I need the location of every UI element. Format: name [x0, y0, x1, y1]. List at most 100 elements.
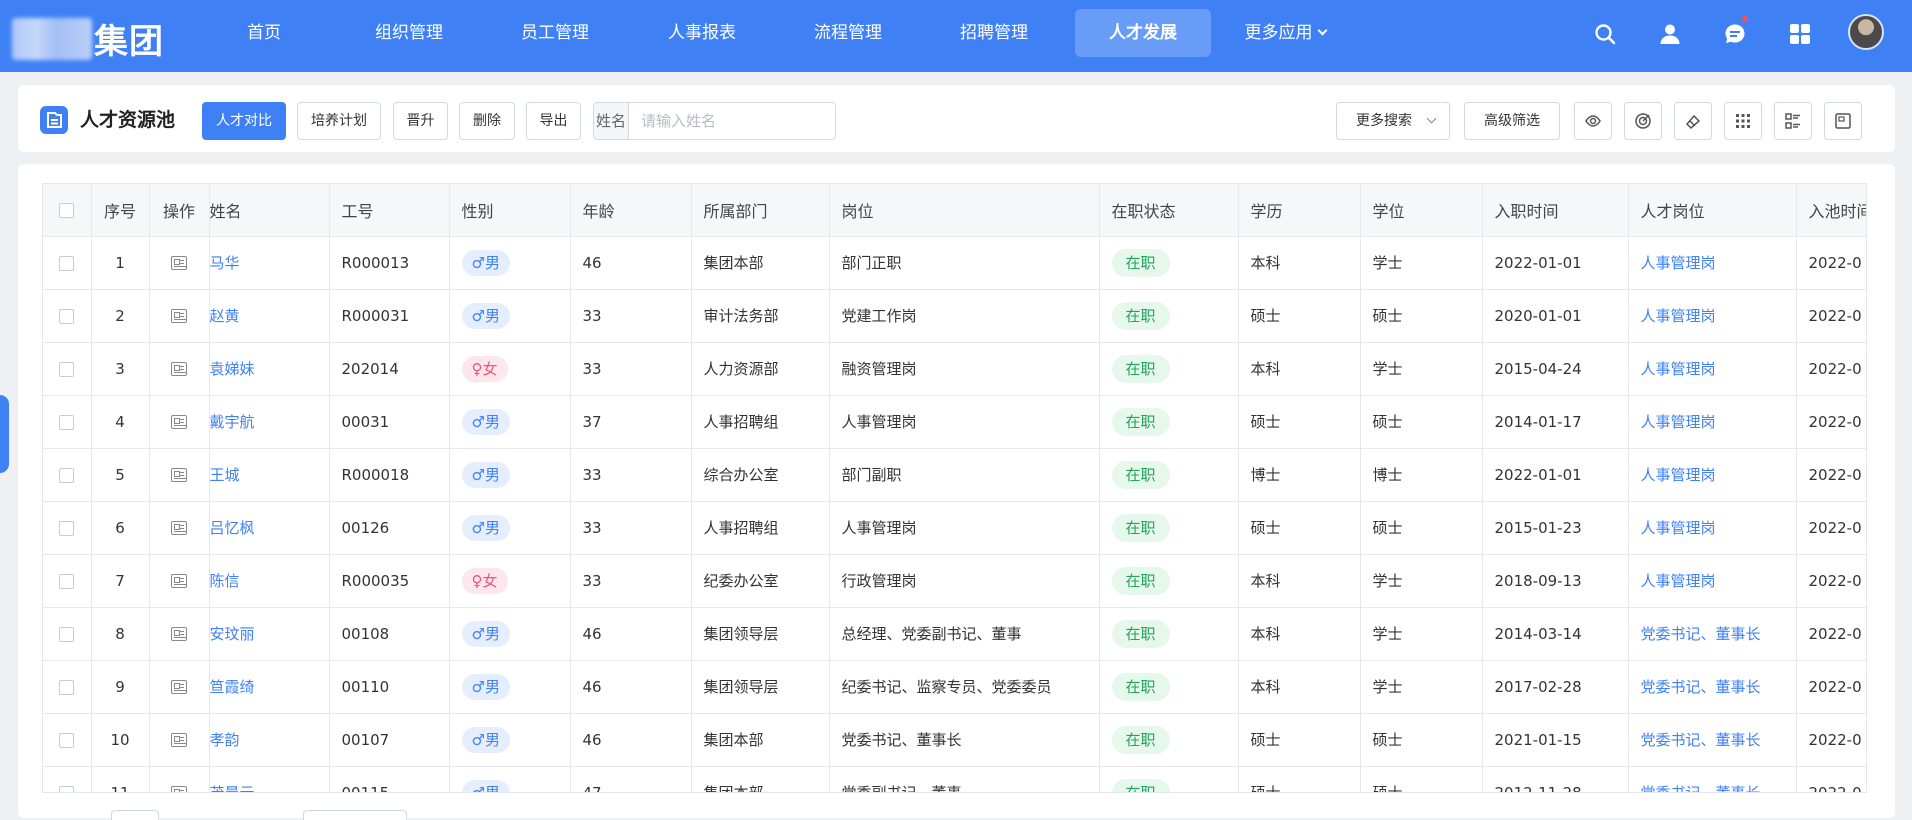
export-button[interactable]: 导出	[526, 102, 581, 140]
profile-card-icon[interactable]	[171, 362, 187, 376]
talent-post-link[interactable]: 党委书记、董事长	[1641, 678, 1761, 696]
gender-tag: ♂男	[461, 726, 510, 753]
nav-item-7[interactable]: 更多应用	[1225, 9, 1345, 57]
table-row[interactable]: 9 笪霞绮 00110 ♂男 46 集团领导层 纪委书记、监察专员、党委委员 在职 本科 学士 20…	[43, 660, 1866, 714]
row-checkbox[interactable]	[59, 785, 75, 792]
nav-item-1[interactable]: 组织管理	[352, 9, 466, 57]
table-row[interactable]: 7 陈信 R000035 ♀女 33 纪委办公室 行政管理岗 在职 本科 学士 2018-09-13…	[43, 554, 1866, 608]
employee-name-link[interactable]: 陈信	[210, 572, 240, 590]
row-checkbox[interactable]	[59, 520, 75, 536]
row-checkbox[interactable]	[59, 255, 75, 271]
message-icon[interactable]	[1723, 22, 1747, 46]
gender-tag: ♂男	[461, 302, 510, 329]
select-all-checkbox[interactable]	[59, 203, 75, 219]
nav-item-4[interactable]: 流程管理	[791, 9, 905, 57]
row-checkbox[interactable]	[59, 361, 75, 377]
user-icon[interactable]	[1658, 22, 1682, 46]
nav-item-5[interactable]: 招聘管理	[937, 9, 1051, 57]
profile-card-icon[interactable]	[171, 627, 187, 641]
fullscreen-icon	[1835, 113, 1851, 129]
name-search: 姓名	[593, 102, 836, 140]
talent-post-link[interactable]: 人事管理岗	[1641, 466, 1716, 484]
training-plan-button[interactable]: 培养计划	[297, 102, 381, 140]
pool-date: 2022-0	[1808, 253, 1862, 272]
degree: 学士	[1372, 678, 1403, 696]
employee-name-link[interactable]: 赵黄	[210, 307, 240, 325]
brand-logo[interactable]: 集团	[12, 14, 164, 63]
employee-name-link[interactable]: 笪霞绮	[210, 678, 255, 696]
delete-button[interactable]: 删除	[459, 102, 515, 140]
talent-post-link[interactable]: 党委书记、董事长	[1641, 784, 1761, 792]
row-checkbox[interactable]	[59, 414, 75, 430]
profile-card-icon[interactable]	[171, 733, 187, 747]
search-input[interactable]	[629, 103, 835, 139]
employee-name-link[interactable]: 戴宇航	[210, 413, 255, 431]
degree: 硕士	[1372, 307, 1403, 325]
profile-card-icon[interactable]	[171, 309, 187, 323]
compare-button[interactable]: 人才对比	[202, 102, 286, 140]
search-icon[interactable]	[1593, 22, 1617, 46]
profile-card-icon[interactable]	[171, 256, 187, 270]
row-checkbox[interactable]	[59, 308, 75, 324]
profile-card-icon[interactable]	[171, 521, 187, 535]
row-checkbox[interactable]	[59, 467, 75, 483]
table-row[interactable]: 11 茂曼云 00115 ♂男 47 集团本部 党委副书记、董事 在职 硕士 硕士 2012-11-…	[43, 766, 1866, 793]
nav-item-0[interactable]: 首页	[207, 9, 321, 57]
employee-name-link[interactable]: 安玟丽	[210, 625, 255, 643]
table-row[interactable]: 2 赵黄 R000031 ♂男 33 审计法务部 党建工作岗 在职 硕士 硕士 2020-01-01…	[43, 289, 1866, 343]
talent-post-link[interactable]: 党委书记、董事长	[1641, 625, 1761, 643]
table-row[interactable]: 3 袁娣妹 202014 ♀女 33 人力资源部 融资管理岗 在职 本科 学士 2015-04-24…	[43, 342, 1866, 396]
profile-card-icon[interactable]	[171, 574, 187, 588]
row-checkbox[interactable]	[59, 626, 75, 642]
employee-name-link[interactable]: 茂曼云	[210, 784, 255, 792]
nav-item-2[interactable]: 员工管理	[498, 9, 612, 57]
degree: 硕士	[1372, 519, 1403, 537]
employee-name-link[interactable]: 孝韵	[210, 731, 240, 749]
profile-card-icon[interactable]	[171, 468, 187, 482]
advanced-filter-button[interactable]: 高级筛选	[1464, 102, 1560, 140]
talent-post-link[interactable]: 人事管理岗	[1641, 307, 1716, 325]
pagination-jump[interactable]	[303, 810, 407, 820]
clear-filter-button[interactable]	[1674, 102, 1712, 140]
more-search-button[interactable]: 更多搜索	[1336, 102, 1450, 140]
grid-view-button[interactable]	[1724, 102, 1762, 140]
row-number: 6	[115, 518, 125, 537]
employee-name-link[interactable]: 袁娣妹	[210, 360, 255, 378]
list-view-button[interactable]	[1774, 102, 1812, 140]
profile-card-icon[interactable]	[171, 680, 187, 694]
pagination-size-select[interactable]	[111, 810, 159, 820]
table-row[interactable]: 8 安玟丽 00108 ♂男 46 集团领导层 总经理、党委副书记、董事 在职 本科 学士 2014…	[43, 607, 1866, 661]
nav-item-6[interactable]: 人才发展	[1075, 9, 1211, 57]
hide-columns-button[interactable]	[1574, 102, 1612, 140]
talent-post-link[interactable]: 人事管理岗	[1641, 519, 1716, 537]
side-expand-handle[interactable]	[0, 395, 9, 473]
employee-name-link[interactable]: 王城	[210, 466, 240, 484]
talent-post-link[interactable]: 党委书记、董事长	[1641, 731, 1761, 749]
apps-icon[interactable]	[1788, 22, 1812, 46]
pool-date: 2022-0	[1808, 412, 1862, 431]
profile-card-icon[interactable]	[171, 415, 187, 429]
profile-card-icon[interactable]	[171, 786, 187, 792]
table-row[interactable]: 4 戴宇航 00031 ♂男 37 人事招聘组 人事管理岗 在职 硕士 硕士 2014-01-17 人…	[43, 395, 1866, 449]
talent-post-link[interactable]: 人事管理岗	[1641, 572, 1716, 590]
table-row[interactable]: 6 吕忆枫 00126 ♂男 33 人事招聘组 人事管理岗 在职 硕士 硕士 2015-01-23 人…	[43, 501, 1866, 555]
employee-name-link[interactable]: 吕忆枫	[210, 519, 255, 537]
employee-name-link[interactable]: 马华	[210, 254, 240, 272]
join-date: 2012-11-28	[1494, 783, 1582, 793]
talent-post-link[interactable]: 人事管理岗	[1641, 360, 1716, 378]
promote-button[interactable]: 晋升	[393, 102, 448, 140]
row-checkbox[interactable]	[59, 732, 75, 748]
talent-post-link[interactable]: 人事管理岗	[1641, 254, 1716, 272]
table-row[interactable]: 1 马华 R000013 ♂男 46 集团本部 部门正职 在职 本科 学士 2022-01-01 人事…	[43, 236, 1866, 290]
more-search-label: 更多搜索	[1356, 113, 1412, 129]
table-row[interactable]: 10 孝韵 00107 ♂男 46 集团本部 党委书记、董事长 在职 硕士 硕士 2021-01-1…	[43, 713, 1866, 767]
fullscreen-button[interactable]	[1824, 102, 1862, 140]
table-row[interactable]: 5 王城 R000018 ♂男 33 综合办公室 部门副职 在职 博士 博士 2022-01-01 人…	[43, 448, 1866, 502]
row-checkbox[interactable]	[59, 573, 75, 589]
pool-date: 2022-0	[1808, 571, 1862, 590]
row-checkbox[interactable]	[59, 679, 75, 695]
target-button[interactable]	[1624, 102, 1662, 140]
nav-item-3[interactable]: 人事报表	[645, 9, 759, 57]
talent-post-link[interactable]: 人事管理岗	[1641, 413, 1716, 431]
avatar[interactable]	[1848, 14, 1884, 50]
